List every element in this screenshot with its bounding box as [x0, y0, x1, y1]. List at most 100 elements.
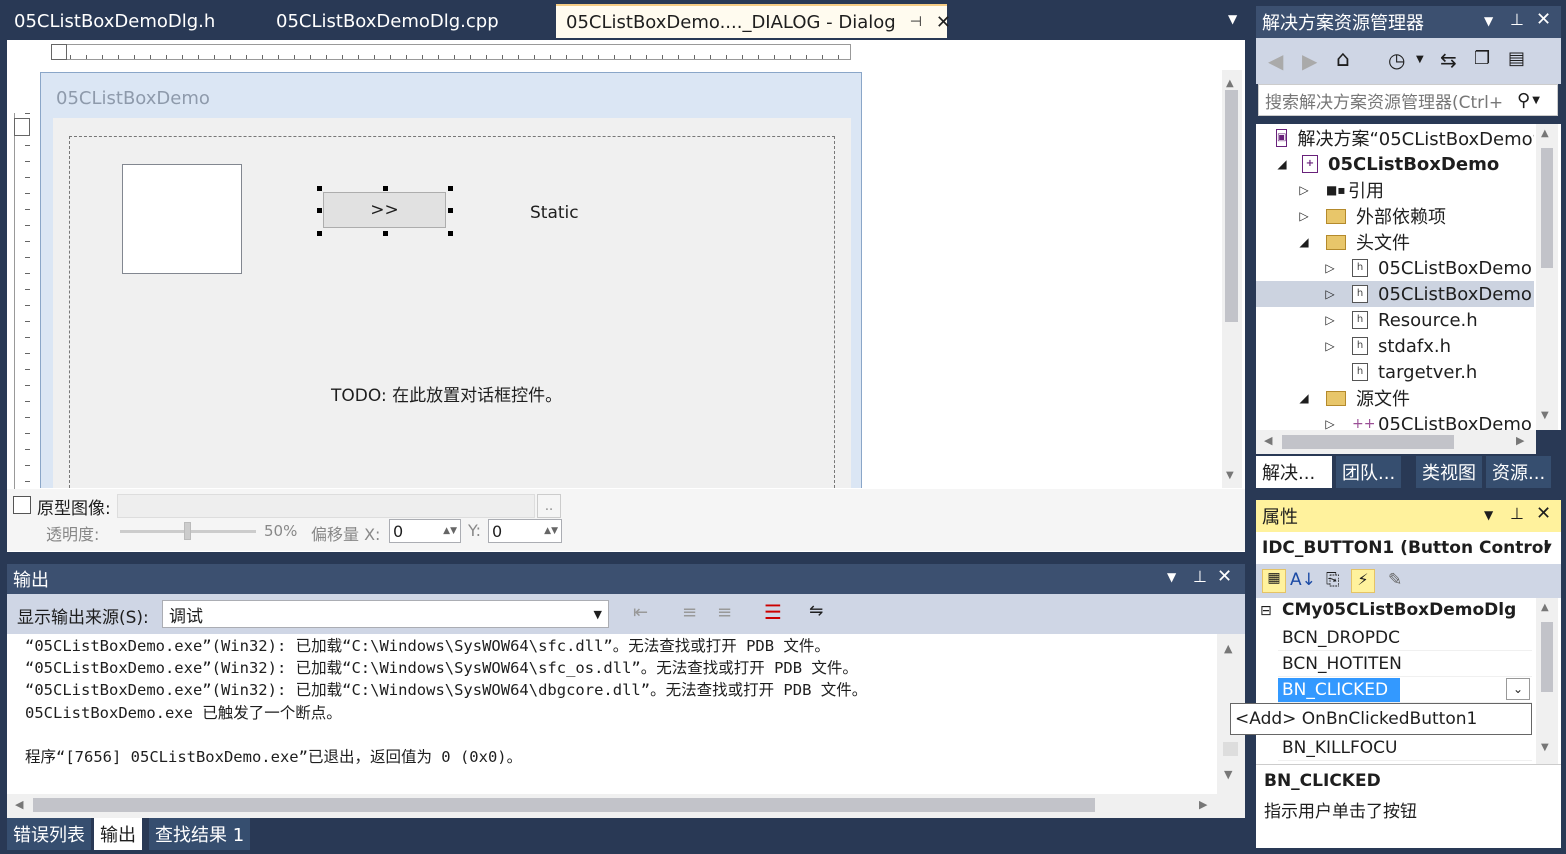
prototype-path-field[interactable] — [117, 494, 535, 518]
properties-vertical-scrollbar[interactable]: ▲ ▼ — [1536, 598, 1558, 764]
tree-item-source-files[interactable]: ◢ 源文件 — [1256, 385, 1534, 411]
doc-tab-dialog[interactable]: 05CListBoxDemo...._DIALOG - Dialog ⊣ ✕ — [556, 4, 951, 38]
expanded-arrow-icon[interactable]: ◢ — [1296, 235, 1312, 249]
tree-item-project[interactable]: ◢ +05CListBoxDemo — [1256, 151, 1534, 177]
clear-all-icon[interactable]: ☰ — [764, 600, 782, 624]
tab-class-view[interactable]: 类视图 — [1416, 456, 1482, 488]
scrollbar-thumb[interactable] — [1282, 435, 1454, 449]
scroll-up-icon[interactable]: ▲ — [1224, 642, 1232, 655]
output-horizontal-scrollbar[interactable]: ◀ ▶ — [7, 794, 1245, 818]
collapsed-arrow-icon[interactable]: ▷ — [1322, 339, 1338, 353]
scrollbar-thumb[interactable] — [1541, 622, 1553, 692]
tree-item-solution[interactable]: ▣ 解决方案“05CListBoxDemo” — [1256, 125, 1534, 151]
browse-button[interactable]: .. — [537, 494, 561, 518]
ruler-corner-handle[interactable] — [51, 44, 67, 60]
tab-resource-view[interactable]: 资源... — [1486, 456, 1552, 488]
tree-item-file[interactable]: ▷ ++ 05CListBoxDemo — [1256, 411, 1534, 431]
pin-icon[interactable]: ⊣ — [910, 14, 922, 30]
resize-handle[interactable] — [383, 186, 388, 191]
solution-search-box[interactable]: 搜索解决方案资源管理器(Ctrl+ ⚲ ▼ — [1258, 84, 1558, 116]
doc-tab-dlg-h[interactable]: 05CListBoxDemoDlg.h — [4, 4, 225, 38]
scroll-down-icon[interactable]: ▼ — [1541, 742, 1549, 753]
output-source-select[interactable]: 调试 ▼ — [162, 600, 609, 628]
solution-tree-vertical-scrollbar[interactable]: ▲ ▼ — [1536, 124, 1558, 430]
list-box-control[interactable] — [122, 164, 242, 274]
properties-page-icon[interactable]: ⎘ — [1326, 570, 1340, 590]
dropdown-icon[interactable]: ▼ — [1167, 570, 1176, 584]
scroll-up-icon[interactable]: ▲ — [1541, 602, 1549, 613]
scrollbar-thumb[interactable] — [1223, 742, 1238, 756]
chevron-down-icon[interactable]: ▼ — [594, 608, 602, 621]
events-icon[interactable]: ⚡ — [1351, 569, 1375, 593]
collapse-group-icon[interactable]: ⊟ — [1260, 603, 1272, 619]
solution-tree-horizontal-scrollbar[interactable]: ◀ ▶ — [1256, 430, 1536, 454]
pin-icon[interactable]: ⊥ — [1510, 10, 1524, 29]
pin-icon[interactable]: ⊥ — [1193, 567, 1207, 586]
tree-item-file-selected[interactable]: ▷ h 05CListBoxDemo — [1256, 281, 1534, 307]
offset-y-spinner[interactable]: 0 ▲▼ — [488, 519, 562, 543]
scroll-down-icon[interactable]: ▼ — [1224, 768, 1232, 781]
tree-item-header-files[interactable]: ◢ 头文件 — [1256, 229, 1534, 255]
ruler-guide-handle[interactable] — [14, 118, 30, 136]
collapse-all-icon[interactable]: ❐ — [1474, 48, 1490, 69]
offset-x-spinner[interactable]: 0 ▲▼ — [389, 519, 461, 543]
property-row[interactable]: BCN_DROPDC — [1278, 625, 1532, 651]
resize-handle[interactable] — [448, 231, 453, 236]
property-row[interactable]: BCN_HOTITEN — [1278, 651, 1532, 677]
word-wrap-icon[interactable]: ⇋ — [809, 601, 823, 621]
collapsed-arrow-icon[interactable]: ▷ — [1322, 287, 1338, 301]
close-icon[interactable]: ✕ — [1536, 503, 1551, 524]
resize-handle[interactable] — [448, 186, 453, 191]
expanded-arrow-icon[interactable]: ◢ — [1274, 157, 1290, 171]
scroll-left-icon[interactable]: ◀ — [15, 798, 23, 811]
prototype-image-checkbox[interactable] — [13, 496, 31, 514]
sync-icon[interactable]: ⇆ — [1440, 48, 1457, 72]
chevron-down-icon[interactable]: ⌄ — [1506, 678, 1530, 700]
tab-error-list[interactable]: 错误列表 — [7, 818, 91, 850]
tree-item-file[interactable]: ▷ h 05CListBoxDemo — [1256, 255, 1534, 281]
tree-item-references[interactable]: ▷ ■▪ 引用 — [1256, 177, 1534, 203]
scroll-down-icon[interactable]: ▼ — [1226, 470, 1234, 481]
dropdown-icon[interactable]: ▼ — [1484, 508, 1493, 522]
spinner-arrows-icon[interactable]: ▲▼ — [443, 526, 460, 536]
history-icon[interactable]: ◷ — [1388, 48, 1405, 72]
resize-handle[interactable] — [317, 208, 322, 213]
expanded-arrow-icon[interactable]: ◢ — [1296, 391, 1312, 405]
chevron-down-icon[interactable]: ▼ — [1544, 542, 1552, 553]
back-icon[interactable]: ◀ — [1268, 49, 1283, 73]
search-icon[interactable]: ⚲ — [1517, 90, 1530, 111]
resize-handle[interactable] — [383, 231, 388, 236]
tab-find-results[interactable]: 查找结果 1 — [149, 818, 251, 850]
forward-icon[interactable]: ▶ — [1302, 49, 1317, 73]
goto-location-icon[interactable]: ⇤ — [633, 602, 648, 623]
scroll-right-icon[interactable]: ▶ — [1199, 798, 1207, 811]
dropdown-icon[interactable]: ▼ — [1484, 14, 1493, 28]
opacity-slider-thumb[interactable] — [184, 522, 191, 540]
close-icon[interactable]: ✕ — [936, 12, 951, 33]
tree-item-file[interactable]: h targetver.h — [1256, 359, 1534, 385]
tab-output[interactable]: 输出 — [94, 818, 142, 850]
spinner-arrows-icon[interactable]: ▲▼ — [544, 526, 561, 536]
output-text-area[interactable]: “05CListBoxDemo.exe”(Win32): 已加载“C:\Wind… — [7, 634, 1217, 794]
scrollbar-thumb[interactable] — [33, 798, 1095, 812]
resize-handle[interactable] — [317, 186, 322, 191]
scroll-up-icon[interactable]: ▲ — [1226, 78, 1234, 89]
chevron-down-icon[interactable]: ▼ — [1416, 54, 1424, 65]
resize-handle[interactable] — [448, 208, 453, 213]
close-icon[interactable]: ✕ — [1536, 9, 1551, 30]
alphabetical-icon[interactable]: A↓ — [1290, 570, 1316, 590]
designer-vertical-scrollbar[interactable]: ▲ ▼ — [1222, 70, 1242, 488]
scroll-left-icon[interactable]: ◀ — [1264, 434, 1272, 447]
collapsed-arrow-icon[interactable]: ▷ — [1296, 209, 1312, 223]
properties-icon[interactable]: ▤ — [1508, 48, 1525, 69]
tree-item-file[interactable]: ▷ h stdafx.h — [1256, 333, 1534, 359]
doc-tab-dlg-cpp[interactable]: 05CListBoxDemoDlg.cpp — [266, 4, 509, 38]
previous-message-icon[interactable]: ≡ — [682, 602, 697, 623]
close-icon[interactable]: ✕ — [1217, 566, 1232, 587]
tab-solution[interactable]: 解决... — [1256, 456, 1332, 488]
collapsed-arrow-icon[interactable]: ▷ — [1322, 261, 1338, 275]
collapsed-arrow-icon[interactable]: ▷ — [1296, 183, 1312, 197]
collapsed-arrow-icon[interactable]: ▷ — [1322, 417, 1338, 430]
scroll-down-icon[interactable]: ▼ — [1541, 410, 1549, 421]
tab-team[interactable]: 团队... — [1336, 456, 1402, 488]
